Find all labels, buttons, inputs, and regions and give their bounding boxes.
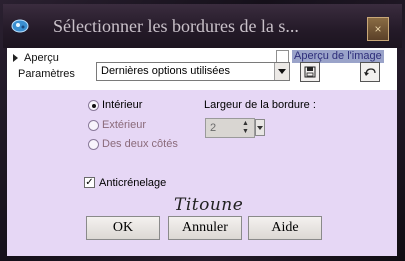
border-width-dropdown[interactable] xyxy=(255,119,265,136)
apercu-label: Aperçu xyxy=(24,52,59,64)
reset-arrow-icon xyxy=(364,68,376,76)
save-preset-button[interactable] xyxy=(300,62,320,82)
border-width-label: Largeur de la bordure : xyxy=(204,99,316,111)
apercu-toggle[interactable]: Aperçu xyxy=(13,52,59,64)
cancel-button[interactable]: Annuler xyxy=(168,216,242,240)
border-width-spinner[interactable]: 2 ▲ ▼ xyxy=(205,118,255,138)
title-bar[interactable]: Sélectionner les bordures de la s... × xyxy=(3,4,402,48)
help-button[interactable]: Aide xyxy=(248,216,322,240)
radio-label: Intérieur xyxy=(102,99,143,112)
radio-button[interactable] xyxy=(88,119,99,131)
close-button[interactable]: × xyxy=(367,17,389,41)
radio-both[interactable]: Des deux côtés xyxy=(88,138,178,150)
preset-value: Dernières options utilisées xyxy=(101,65,231,77)
antialias-label: Anticrénelage xyxy=(99,177,167,189)
border-width-value: 2 xyxy=(210,122,217,134)
close-icon: × xyxy=(374,22,382,36)
expand-arrow-icon xyxy=(13,54,18,63)
params-label: Paramètres xyxy=(18,68,75,80)
preset-dropdown[interactable]: Dernières options utilisées xyxy=(96,62,290,81)
radio-button[interactable] xyxy=(88,99,99,111)
chevron-down-icon xyxy=(257,125,263,130)
ok-button[interactable]: OK xyxy=(86,216,160,240)
floppy-disk-icon xyxy=(304,66,316,78)
app-icon xyxy=(11,19,29,33)
signature: Titoune xyxy=(174,195,244,215)
antialias-checkbox[interactable]: ✓ xyxy=(84,177,95,188)
reset-button[interactable] xyxy=(360,62,380,82)
radio-label: Extérieur xyxy=(102,119,147,132)
chevron-down-icon[interactable] xyxy=(274,63,289,80)
radio-label: Des deux côtés xyxy=(102,138,178,151)
radio-outside[interactable]: Extérieur xyxy=(88,119,146,131)
radio-inside[interactable]: Intérieur xyxy=(88,99,142,111)
window-title: Sélectionner les bordures de la s... xyxy=(53,16,299,36)
spinner-arrows-icon[interactable]: ▲ ▼ xyxy=(241,120,250,136)
radio-button[interactable] xyxy=(88,138,99,150)
